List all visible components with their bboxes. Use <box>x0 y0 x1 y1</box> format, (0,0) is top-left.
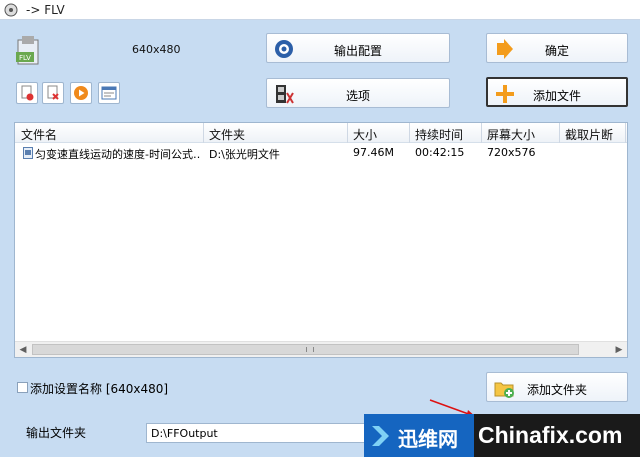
remove-file-icon <box>21 85 34 101</box>
column-header-clip[interactable]: 截取片断 <box>565 126 613 143</box>
play-icon <box>74 86 88 100</box>
logo-chevron-icon <box>372 426 389 446</box>
clear-list-icon <box>47 85 59 100</box>
watermark-text-cn: 迅维网 <box>398 427 458 451</box>
add-file-button[interactable]: 添加文件 <box>486 77 628 107</box>
file-list-table[interactable]: 文件名 文件夹 大小 持续时间 屏幕大小 截取片断 匀变速直线运动的速度-时间公… <box>14 122 628 358</box>
media-info-icon <box>101 86 117 100</box>
scrollbar-thumb[interactable] <box>32 344 579 355</box>
title-bar: -> FLV <box>0 0 640 20</box>
profile-resolution: 640x480 <box>132 43 181 56</box>
row-folder: D:\张光明文件 <box>209 148 280 161</box>
row-size: 97.46M <box>353 146 394 159</box>
output-config-button[interactable]: 输出配置 <box>266 33 450 63</box>
column-header-filename[interactable]: 文件名 <box>21 126 57 143</box>
svg-text:FLV: FLV <box>19 54 31 62</box>
add-file-label: 添加文件 <box>532 89 581 103</box>
output-folder-input[interactable] <box>146 423 376 443</box>
add-setting-name-checkbox[interactable] <box>17 382 28 393</box>
options-label: 选项 <box>345 89 370 103</box>
info-button[interactable] <box>98 82 120 104</box>
flv-format-icon: FLV <box>16 36 39 65</box>
row-screen-size: 720x576 <box>487 146 536 159</box>
clear-button[interactable] <box>42 82 64 104</box>
options-button[interactable]: 选项 <box>266 78 450 108</box>
table-row[interactable]: 匀变速直线运动的速度-时间公式… D:\张光明文件 97.46M 00:42:1… <box>17 144 625 162</box>
column-header-folder[interactable]: 文件夹 <box>209 126 245 143</box>
horizontal-scrollbar[interactable]: ◀ ▶ <box>15 341 627 357</box>
add-folder-label: 添加文件夹 <box>526 383 587 397</box>
add-setting-name-label: 添加设置名称 [640x480] <box>30 382 169 396</box>
add-folder-button[interactable]: 添加文件夹 <box>486 372 628 402</box>
remove-button[interactable] <box>16 82 38 104</box>
column-header-screen-size[interactable]: 屏幕大小 <box>487 126 535 143</box>
play-button[interactable] <box>70 82 92 104</box>
scroll-left-icon[interactable]: ◀ <box>15 342 31 358</box>
ok-button[interactable]: 确定 <box>486 33 628 63</box>
output-folder-label: 输出文件夹 <box>26 426 87 440</box>
scroll-right-icon[interactable]: ▶ <box>611 342 627 358</box>
output-config-label: 输出配置 <box>333 44 382 58</box>
window-title: -> FLV <box>26 3 65 17</box>
watermark-logo: 迅维网 <box>364 414 474 457</box>
video-file-icon <box>23 147 33 159</box>
row-filename: 匀变速直线运动的速度-时间公式… <box>35 148 201 161</box>
app-icon <box>4 3 18 17</box>
ok-label: 确定 <box>544 44 569 58</box>
column-header-size[interactable]: 大小 <box>353 126 377 143</box>
row-duration: 00:42:15 <box>415 146 465 159</box>
watermark: 迅维网 Chinafix.com <box>364 414 640 457</box>
column-header-duration[interactable]: 持续时间 <box>415 126 463 143</box>
watermark-text-en: Chinafix.com <box>478 422 623 448</box>
table-header: 文件名 文件夹 大小 持续时间 屏幕大小 截取片断 <box>15 123 627 143</box>
